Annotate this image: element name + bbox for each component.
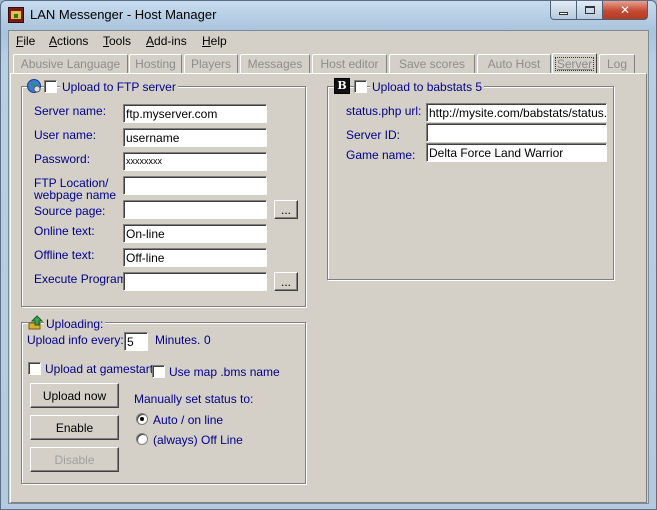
- user-name-label: User name:: [34, 128, 97, 142]
- tab-abusive-language[interactable]: Abusive Language: [13, 54, 128, 73]
- close-button[interactable]: ✕: [603, 1, 648, 20]
- status-auto-radio[interactable]: [136, 413, 148, 425]
- caption-buttons: ✕: [550, 1, 648, 20]
- maximize-icon: [584, 6, 595, 14]
- status-offline-radio[interactable]: [136, 433, 148, 445]
- tab-server-label: Server: [554, 56, 595, 71]
- password-label: Password:: [34, 152, 91, 166]
- app-icon[interactable]: [8, 7, 24, 23]
- globe-icon: [26, 78, 42, 94]
- minutes-label: Minutes.: [155, 333, 201, 347]
- tab-hosting[interactable]: Hosting: [129, 54, 182, 73]
- disable-button[interactable]: Disable: [30, 447, 119, 472]
- execute-program-browse-button[interactable]: ...: [274, 272, 298, 291]
- ftp-group: Upload to FTP server Server name: ftp.my…: [21, 79, 306, 307]
- source-page-browse-button[interactable]: ...: [274, 200, 298, 219]
- execute-program-input[interactable]: [123, 272, 267, 291]
- tab-host-editor[interactable]: Host editor: [312, 54, 387, 73]
- menu-tools-rest: ools: [109, 34, 132, 48]
- minimize-icon: [559, 11, 568, 15]
- game-name-input[interactable]: Delta Force Land Warrior: [426, 143, 607, 162]
- window-title: LAN Messenger - Host Manager: [30, 7, 217, 22]
- menu-actions-rest: ctions: [57, 34, 89, 48]
- menu-file-rest: ile: [23, 34, 36, 48]
- ftp-location-label: FTP Location/ webpage name: [34, 176, 117, 202]
- uploading-title: Uploading:: [44, 317, 106, 331]
- babstats-logo-icon: B: [334, 78, 350, 94]
- menu-bar: File Actions Tools Add-ins Help: [9, 31, 648, 51]
- online-text-label: Online text:: [34, 224, 95, 238]
- use-map-name-checkbox[interactable]: [152, 365, 165, 378]
- offline-text-label: Offline text:: [34, 248, 95, 262]
- upload-babstats-checkbox[interactable]: [354, 80, 367, 93]
- offline-text-input[interactable]: Off-line: [123, 248, 267, 267]
- status-url-input[interactable]: http://mysite.com/babstats/status.ph: [426, 103, 607, 122]
- status-auto-label: Auto / on line: [153, 413, 224, 427]
- source-page-label: Source page:: [34, 204, 106, 218]
- menu-addins-rest: dd-ins: [154, 34, 187, 48]
- upload-at-gamestart-label: Upload at gamestart: [45, 362, 154, 376]
- client-area: File Actions Tools Add-ins Help Abusive …: [8, 30, 649, 504]
- execute-program-label: Execute Program:: [34, 272, 131, 286]
- app-window: LAN Messenger - Host Manager ✕ File Acti…: [0, 0, 657, 510]
- menu-help[interactable]: Help: [202, 34, 227, 48]
- tab-save-scores[interactable]: Save scores: [389, 54, 475, 73]
- tab-log[interactable]: Log: [599, 54, 635, 73]
- menu-help-rest: elp: [210, 34, 227, 48]
- server-id-label: Server ID:: [346, 128, 401, 142]
- user-name-input[interactable]: username: [123, 128, 267, 147]
- tab-messages[interactable]: Messages: [240, 54, 310, 73]
- upload-every-input[interactable]: 5: [124, 332, 148, 351]
- online-text-input[interactable]: On-line: [123, 224, 267, 243]
- menu-actions[interactable]: Actions: [49, 34, 88, 48]
- server-name-input[interactable]: ftp.myserver.com: [123, 104, 267, 123]
- tab-players[interactable]: Players: [184, 54, 238, 73]
- upload-babstats-label: Upload to babstats 5: [370, 80, 485, 94]
- status-offline-label: (always) Off Line: [153, 433, 243, 447]
- tab-auto-host[interactable]: Auto Host: [477, 54, 551, 73]
- menu-addins[interactable]: Add-ins: [146, 34, 187, 48]
- upload-at-gamestart-checkbox[interactable]: [28, 362, 41, 375]
- upload-ftp-checkbox[interactable]: [44, 80, 57, 93]
- minimize-button[interactable]: [550, 1, 577, 20]
- upload-arrow-icon: [28, 314, 44, 330]
- tab-server[interactable]: Server: [552, 53, 597, 73]
- menu-file[interactable]: File: [16, 34, 35, 48]
- source-page-input[interactable]: [123, 200, 267, 219]
- upload-ftp-label: Upload to FTP server: [60, 80, 178, 94]
- title-bar[interactable]: LAN Messenger - Host Manager ✕: [1, 1, 656, 29]
- menu-tools[interactable]: Tools: [103, 34, 131, 48]
- use-map-name-label: Use map .bms name: [169, 365, 280, 379]
- close-icon: ✕: [619, 3, 631, 17]
- upload-every-label: Upload info every:: [27, 333, 124, 347]
- babstats-group: B Upload to babstats 5 status.php url: h…: [327, 78, 614, 280]
- status-url-label: status.php url:: [346, 104, 422, 118]
- server-name-label: Server name:: [34, 104, 107, 118]
- ftp-location-input[interactable]: [123, 176, 267, 195]
- server-id-input[interactable]: [426, 123, 607, 142]
- upload-now-button[interactable]: Upload now: [30, 383, 119, 408]
- uploading-group: Uploading: Upload info every: 5 Minutes.…: [21, 315, 306, 484]
- manual-status-label: Manually set status to:: [134, 392, 254, 406]
- game-name-label: Game name:: [346, 148, 416, 162]
- minutes-count: 0: [204, 333, 211, 347]
- server-tab-panel: Upload to FTP server Server name: ftp.my…: [10, 73, 647, 503]
- maximize-button[interactable]: [577, 1, 603, 20]
- enable-button[interactable]: Enable: [30, 415, 119, 440]
- password-input[interactable]: xxxxxxxx: [123, 152, 267, 171]
